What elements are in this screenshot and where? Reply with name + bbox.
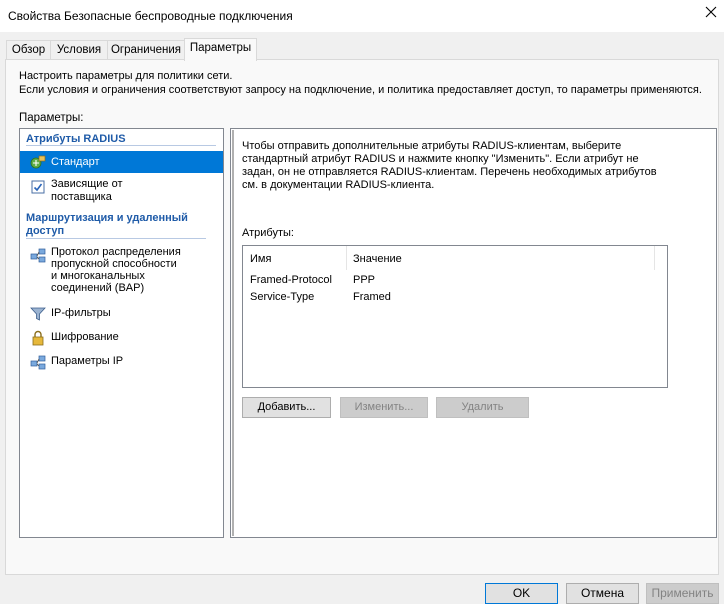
tab-label: Параметры (189, 42, 252, 54)
description-line: Чтобы отправить дополнительные атрибуты … (242, 140, 622, 152)
edit-button[interactable]: Изменить... (340, 397, 428, 418)
close-icon[interactable] (704, 5, 718, 19)
column-divider[interactable] (346, 246, 347, 270)
settings-label: Параметры: (19, 112, 84, 124)
attribute-name: Framed-Protocol (250, 274, 332, 286)
network-attribute-icon (30, 155, 46, 169)
attribute-name: Service-Type (250, 291, 315, 303)
tab-settings[interactable]: Параметры (184, 38, 257, 61)
add-button[interactable]: Добавить... (242, 397, 331, 418)
description-line: стандартный атрибут RADIUS и нажмите кно… (242, 153, 639, 165)
lock-icon (32, 330, 44, 346)
nav-item-label: Параметры IP (51, 355, 124, 367)
list-header: Имя Значение (243, 246, 667, 270)
intro-text: Настроить параметры для политики сети. (19, 70, 233, 82)
nav-item-label: Протокол распределения (51, 246, 181, 258)
nav-item-label: пропускной способности (51, 258, 177, 270)
nav-item-vendor-specific[interactable]: Зависящие от поставщика (20, 176, 223, 204)
nav-item-label: Зависящие от (51, 178, 123, 190)
nav-item-ip-settings[interactable]: Параметры IP (20, 353, 223, 371)
nav-item-ip-filters[interactable]: IP-фильтры (20, 305, 223, 323)
window-title: Свойства Безопасные беспроводные подключ… (8, 9, 293, 23)
nav-item-label: IP-фильтры (51, 307, 111, 319)
attribute-value: Framed (353, 291, 391, 303)
nav-item-label: Стандарт (51, 156, 100, 168)
network-computers-icon (30, 248, 46, 263)
nav-item-label: Шифрование (51, 331, 119, 343)
attributes-list[interactable]: Имя Значение Framed-Protocol PPP Service… (242, 245, 668, 388)
title-bar: Свойства Безопасные беспроводные подключ… (0, 0, 724, 32)
tab-label: Ограничения (110, 44, 182, 56)
nav-item-bap[interactable]: Протокол распределения пропускной способ… (20, 245, 223, 297)
tab-strip: Обзор Условия Ограничения Параметры (0, 38, 724, 61)
table-row[interactable]: Service-Type Framed (243, 289, 667, 306)
group-header-text: Маршрутизация и удаленный (26, 212, 188, 224)
tab-constraints[interactable]: Ограничения (107, 40, 185, 60)
remove-button[interactable]: Удалить (436, 397, 529, 418)
tab-label: Условия (56, 44, 102, 56)
nav-item-encryption[interactable]: Шифрование (20, 329, 223, 347)
pane-divider (232, 130, 234, 536)
intro-text: Если условия и ограничения соответствуют… (19, 84, 702, 96)
tab-overview[interactable]: Обзор (6, 40, 51, 60)
tab-label: Обзор (11, 44, 46, 56)
group-header-routing: Маршрутизация и удаленный доступ (26, 212, 206, 239)
tab-conditions[interactable]: Условия (50, 40, 108, 60)
description-text: Чтобы отправить дополнительные атрибуты … (242, 140, 662, 192)
settings-nav: Атрибуты RADIUS Стандарт Зависящие от по… (19, 128, 224, 538)
column-header-value[interactable]: Значение (353, 253, 402, 265)
group-header-text: доступ (26, 225, 65, 237)
description-line: см. в документации RADIUS-клиента. (242, 179, 435, 191)
checklist-icon (31, 180, 45, 194)
column-header-name[interactable]: Имя (250, 253, 271, 265)
nav-item-label: поставщика (51, 191, 112, 203)
nav-item-standard[interactable]: Стандарт (20, 151, 223, 173)
nav-item-label: соединений (BAP) (51, 282, 145, 294)
table-row[interactable]: Framed-Protocol PPP (243, 272, 667, 289)
attribute-value: PPP (353, 274, 376, 286)
nav-item-label: и многоканальных (51, 270, 145, 282)
attributes-label: Атрибуты: (242, 227, 294, 239)
group-header-radius: Атрибуты RADIUS (26, 133, 216, 146)
column-divider[interactable] (654, 246, 655, 270)
description-line: задан, он не отправляется RADIUS-клиента… (242, 166, 657, 178)
network-computers-icon (30, 355, 46, 370)
filter-icon (30, 307, 46, 321)
